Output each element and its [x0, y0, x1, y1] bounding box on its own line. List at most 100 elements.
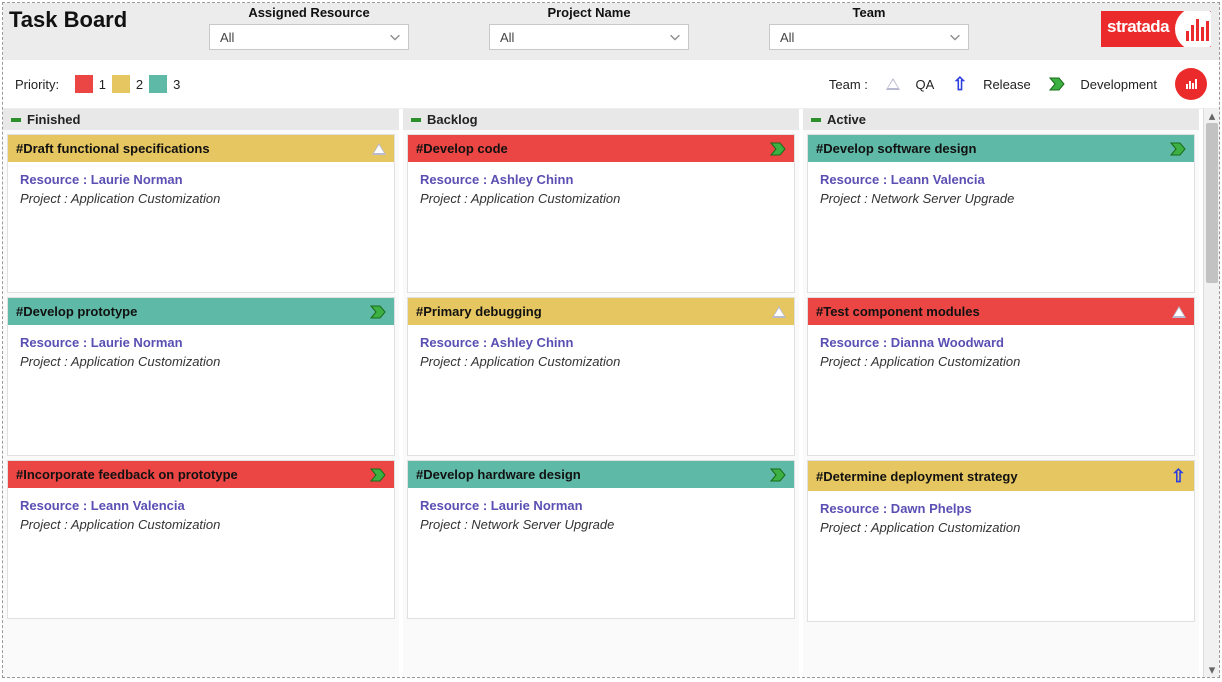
card-header: #Primary debugging — [408, 298, 794, 325]
task-card[interactable]: #Determine deployment strategy⇧Resource … — [807, 460, 1195, 622]
header-bar: Task Board Assigned Resource All Project… — [3, 3, 1219, 60]
card-header: #Draft functional specifications — [8, 135, 394, 162]
team-name: Development — [1080, 77, 1157, 92]
card-body: Resource : Laurie Norman Project : Applic… — [8, 325, 394, 455]
column-header[interactable]: Active — [803, 109, 1199, 130]
priority-num: 2 — [136, 77, 143, 92]
card-body: Resource : Laurie NormanProject : Applic… — [8, 162, 394, 292]
filter-label: Project Name — [547, 5, 630, 20]
task-card[interactable]: #Primary debugging Resource : Ashley Chin… — [407, 297, 795, 456]
legend-row: Priority: 1 2 3 Team : QA ⇧ Release Deve… — [3, 60, 1219, 109]
card-resource: Resource : Ashley Chinn — [420, 335, 784, 350]
chevron-right-icon — [370, 468, 386, 482]
task-board[interactable]: Finished #Draft functional specifications… — [3, 109, 1203, 677]
scroll-thumb[interactable] — [1206, 123, 1218, 283]
collapse-icon[interactable] — [411, 118, 421, 122]
chevron-down-icon — [388, 30, 402, 44]
scroll-up-icon[interactable]: ▴ — [1204, 109, 1219, 123]
card-resource: Resource : Ashley Chinn — [420, 172, 784, 187]
card-body: Resource : Laurie Norman Project : Networ… — [408, 488, 794, 618]
column-title: Backlog — [427, 112, 478, 127]
board-column: Backlog #Develop code Resource : Ashley Ch… — [403, 109, 803, 677]
filter-select-team[interactable]: All — [769, 24, 969, 50]
filter-project-name: Project Name All — [489, 5, 689, 50]
priority-swatch-1 — [75, 75, 93, 93]
card-resource: Resource : Leann Valencia — [820, 172, 1184, 187]
filter-value: All — [500, 30, 514, 45]
filter-value: All — [780, 30, 794, 45]
card-project: Project : Application Customization — [420, 354, 784, 369]
brand-badge-icon — [1175, 68, 1207, 100]
collapse-icon[interactable] — [811, 118, 821, 122]
card-header: #Develop hardware design — [408, 461, 794, 488]
card-resource: Resource : Dawn Phelps — [820, 501, 1184, 516]
team-name: QA — [916, 77, 935, 92]
priority-swatch-3 — [149, 75, 167, 93]
card-resource: Resource : Leann Valencia — [20, 498, 384, 513]
collapse-icon[interactable] — [11, 118, 21, 122]
column-header[interactable]: Backlog — [403, 109, 799, 130]
card-project: Project : Application Customization — [20, 354, 384, 369]
priority-swatch-2 — [112, 75, 130, 93]
column-title: Finished — [27, 112, 80, 127]
column-title: Active — [827, 112, 866, 127]
card-title: #Develop prototype — [16, 304, 137, 319]
team-name: Release — [983, 77, 1031, 92]
task-card[interactable]: #Develop prototype Resource : Laurie Norm… — [7, 297, 395, 456]
card-title: #Develop code — [416, 141, 508, 156]
card-header: #Develop software design — [808, 135, 1194, 162]
filter-select-assigned-resource[interactable]: All — [209, 24, 409, 50]
task-card[interactable]: #Develop code Resource : Ashley ChinnProj… — [407, 134, 795, 293]
team-legend: Team : QA ⇧ Release Development — [829, 68, 1207, 100]
board-area: Finished #Draft functional specifications… — [3, 109, 1219, 677]
app-frame: Task Board Assigned Resource All Project… — [2, 2, 1220, 678]
card-body: Resource : Dawn Phelps Project : Applicat… — [808, 491, 1194, 621]
task-card[interactable]: #Draft functional specifications Resource… — [7, 134, 395, 293]
filter-select-project-name[interactable]: All — [489, 24, 689, 50]
brand-logo: stratada — [1101, 5, 1211, 47]
card-body: Resource : Leann Valencia Project : Appli… — [8, 488, 394, 618]
triangle-icon — [1172, 306, 1186, 318]
filter-team: Team All — [769, 5, 969, 50]
card-resource: Resource : Laurie Norman — [420, 498, 784, 513]
priority-num: 3 — [173, 77, 180, 92]
card-project: Project : Application Customization — [820, 354, 1184, 369]
card-header: #Develop prototype — [8, 298, 394, 325]
card-project: Project : Network Server Upgrade — [420, 517, 784, 532]
triangle-icon — [772, 306, 786, 318]
chevron-right-icon — [1170, 142, 1186, 156]
arrow-up-icon: ⇧ — [1171, 467, 1186, 485]
task-card[interactable]: #Develop software design Resource : Leann… — [807, 134, 1195, 293]
chevron-right-icon — [1049, 77, 1065, 91]
column-header[interactable]: Finished — [3, 109, 399, 130]
card-resource: Resource : Laurie Norman — [20, 335, 384, 350]
card-project: Project : Application Customization — [20, 517, 384, 532]
chevron-down-icon — [948, 30, 962, 44]
chevron-right-icon — [370, 305, 386, 319]
scroll-down-icon[interactable]: ▾ — [1204, 663, 1219, 677]
filter-value: All — [220, 30, 234, 45]
priority-num: 1 — [99, 77, 106, 92]
chevron-right-icon — [770, 142, 786, 156]
vertical-scrollbar[interactable]: ▴ ▾ — [1203, 109, 1219, 677]
triangle-icon — [886, 78, 900, 90]
card-title: #Primary debugging — [416, 304, 542, 319]
card-header: #Incorporate feedback on prototype — [8, 461, 394, 488]
page-title: Task Board — [9, 5, 189, 33]
card-title: #Develop hardware design — [416, 467, 581, 482]
task-card[interactable]: #Develop hardware design Resource : Lauri… — [407, 460, 795, 619]
card-title: #Incorporate feedback on prototype — [16, 467, 238, 482]
task-card[interactable]: #Incorporate feedback on prototype Resour… — [7, 460, 395, 619]
card-header: #Test component modules — [808, 298, 1194, 325]
priority-legend: Priority: 1 2 3 — [15, 75, 180, 93]
card-project: Project : Network Server Upgrade — [820, 191, 1184, 206]
card-resource: Resource : Dianna Woodward — [820, 335, 1184, 350]
task-card[interactable]: #Test component modules Resource : Dianna… — [807, 297, 1195, 456]
chevron-right-icon — [770, 468, 786, 482]
card-body: Resource : Ashley ChinnProject : Applica… — [408, 162, 794, 292]
card-title: #Draft functional specifications — [16, 141, 210, 156]
board-column: Active #Develop software design Resource :… — [803, 109, 1203, 677]
card-body: Resource : Ashley Chinn Project : Applica… — [408, 325, 794, 455]
card-project: Project : Application Customization — [820, 520, 1184, 535]
card-header: #Determine deployment strategy⇧ — [808, 461, 1194, 491]
